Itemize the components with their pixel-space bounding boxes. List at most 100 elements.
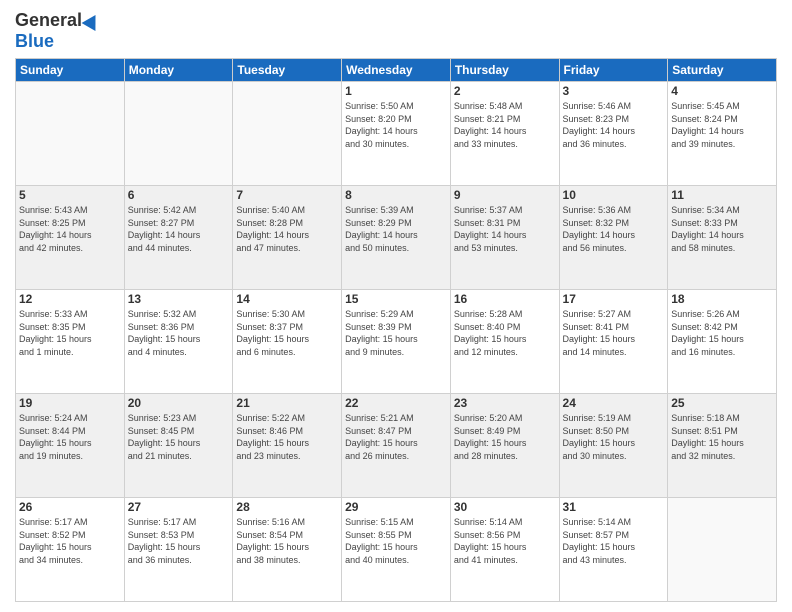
calendar-cell: 25Sunrise: 5:18 AM Sunset: 8:51 PM Dayli… [668,394,777,498]
calendar-cell: 22 Sunrise: 5:21 AM Sunset: 8:47 PM Dayli… [342,394,451,498]
calendar-cell: 27 Sunrise: 5:17 AM Sunset: 8:53 PM Dayli… [124,498,233,602]
day-number: 8 [345,188,447,202]
day-number: 20 [128,396,230,410]
calendar-cell: 16Sunrise: 5:28 AM Sunset: 8:40 PM Dayli… [450,290,559,394]
day-info: Sunrise: 5:17 AM Sunset: 8:52 PM Dayligh… [19,516,121,566]
week-row-2: 5Sunrise: 5:43 AM Sunset: 8:25 PM Daylig… [16,186,777,290]
calendar-cell: 2 Sunrise: 5:48 AM Sunset: 8:21 PM Daylig… [450,82,559,186]
day-info: Sunrise: 5:19 AM Sunset: 8:50 PM Dayligh… [563,412,665,462]
day-number: 23 [454,396,556,410]
day-number: 14 [236,292,338,306]
logo: General Blue [15,10,100,52]
day-info: Sunrise: 5:36 AM Sunset: 8:32 PM Dayligh… [563,204,665,254]
day-number: 12 [19,292,121,306]
day-info: Sunrise: 5:20 AM Sunset: 8:49 PM Dayligh… [454,412,556,462]
day-info: Sunrise: 5:14 AM Sunset: 8:57 PM Dayligh… [563,516,665,566]
calendar-cell: 14 Sunrise: 5:30 AM Sunset: 8:37 PM Dayli… [233,290,342,394]
day-number: 24 [563,396,665,410]
calendar-cell: 23 Sunrise: 5:20 AM Sunset: 8:49 PM Dayli… [450,394,559,498]
day-number: 22 [345,396,447,410]
calendar-cell: 15 Sunrise: 5:29 AM Sunset: 8:39 PM Dayli… [342,290,451,394]
calendar-cell: 1Sunrise: 5:50 AM Sunset: 8:20 PM Daylig… [342,82,451,186]
weekday-header-sunday: Sunday [16,59,125,82]
header: General Blue [15,10,777,52]
day-info: Sunrise: 5:28 AM Sunset: 8:40 PM Dayligh… [454,308,556,358]
calendar-cell: 13 Sunrise: 5:32 AM Sunset: 8:36 PM Dayli… [124,290,233,394]
day-number: 28 [236,500,338,514]
calendar-cell: 9 Sunrise: 5:37 AM Sunset: 8:31 PM Daylig… [450,186,559,290]
day-number: 15 [345,292,447,306]
day-number: 30 [454,500,556,514]
calendar-cell: 5Sunrise: 5:43 AM Sunset: 8:25 PM Daylig… [16,186,125,290]
day-number: 19 [19,396,121,410]
day-number: 6 [128,188,230,202]
weekday-header-monday: Monday [124,59,233,82]
day-info: Sunrise: 5:40 AM Sunset: 8:28 PM Dayligh… [236,204,338,254]
week-row-3: 12Sunrise: 5:33 AM Sunset: 8:35 PM Dayli… [16,290,777,394]
week-row-5: 26 Sunrise: 5:17 AM Sunset: 8:52 PM Dayli… [16,498,777,602]
calendar-cell: 18Sunrise: 5:26 AM Sunset: 8:42 PM Dayli… [668,290,777,394]
week-row-4: 19 Sunrise: 5:24 AM Sunset: 8:44 PM Dayli… [16,394,777,498]
calendar-cell [124,82,233,186]
day-info: Sunrise: 5:39 AM Sunset: 8:29 PM Dayligh… [345,204,447,254]
day-number: 13 [128,292,230,306]
day-number: 7 [236,188,338,202]
calendar-cell: 20Sunrise: 5:23 AM Sunset: 8:45 PM Dayli… [124,394,233,498]
calendar-cell: 6 Sunrise: 5:42 AM Sunset: 8:27 PM Daylig… [124,186,233,290]
day-info: Sunrise: 5:24 AM Sunset: 8:44 PM Dayligh… [19,412,121,462]
weekday-header-thursday: Thursday [450,59,559,82]
calendar-cell: 12Sunrise: 5:33 AM Sunset: 8:35 PM Dayli… [16,290,125,394]
day-info: Sunrise: 5:22 AM Sunset: 8:46 PM Dayligh… [236,412,338,462]
day-number: 3 [563,84,665,98]
calendar-cell: 29 Sunrise: 5:15 AM Sunset: 8:55 PM Dayli… [342,498,451,602]
day-info: Sunrise: 5:43 AM Sunset: 8:25 PM Dayligh… [19,204,121,254]
calendar-cell: 11 Sunrise: 5:34 AM Sunset: 8:33 PM Dayli… [668,186,777,290]
day-number: 26 [19,500,121,514]
day-info: Sunrise: 5:21 AM Sunset: 8:47 PM Dayligh… [345,412,447,462]
day-info: Sunrise: 5:16 AM Sunset: 8:54 PM Dayligh… [236,516,338,566]
calendar-page: General Blue SundayMondayTuesdayWednesda… [0,0,792,612]
day-number: 9 [454,188,556,202]
day-number: 11 [671,188,773,202]
calendar-cell: 31 Sunrise: 5:14 AM Sunset: 8:57 PM Dayli… [559,498,668,602]
weekday-header-saturday: Saturday [668,59,777,82]
calendar-cell: 19 Sunrise: 5:24 AM Sunset: 8:44 PM Dayli… [16,394,125,498]
calendar-cell: 7 Sunrise: 5:40 AM Sunset: 8:28 PM Daylig… [233,186,342,290]
day-info: Sunrise: 5:14 AM Sunset: 8:56 PM Dayligh… [454,516,556,566]
day-number: 27 [128,500,230,514]
day-number: 21 [236,396,338,410]
calendar-cell: 30 Sunrise: 5:14 AM Sunset: 8:56 PM Dayli… [450,498,559,602]
calendar-cell: 4Sunrise: 5:45 AM Sunset: 8:24 PM Daylig… [668,82,777,186]
day-info: Sunrise: 5:45 AM Sunset: 8:24 PM Dayligh… [671,100,773,150]
day-info: Sunrise: 5:15 AM Sunset: 8:55 PM Dayligh… [345,516,447,566]
day-number: 25 [671,396,773,410]
calendar-cell [668,498,777,602]
weekday-header-wednesday: Wednesday [342,59,451,82]
logo-triangle-icon [82,10,103,30]
day-info: Sunrise: 5:48 AM Sunset: 8:21 PM Dayligh… [454,100,556,150]
calendar-cell: 3Sunrise: 5:46 AM Sunset: 8:23 PM Daylig… [559,82,668,186]
calendar-cell: 24 Sunrise: 5:19 AM Sunset: 8:50 PM Dayli… [559,394,668,498]
calendar-cell: 17Sunrise: 5:27 AM Sunset: 8:41 PM Dayli… [559,290,668,394]
day-info: Sunrise: 5:37 AM Sunset: 8:31 PM Dayligh… [454,204,556,254]
day-number: 10 [563,188,665,202]
day-info: Sunrise: 5:26 AM Sunset: 8:42 PM Dayligh… [671,308,773,358]
day-info: Sunrise: 5:30 AM Sunset: 8:37 PM Dayligh… [236,308,338,358]
day-number: 29 [345,500,447,514]
day-number: 17 [563,292,665,306]
day-info: Sunrise: 5:34 AM Sunset: 8:33 PM Dayligh… [671,204,773,254]
day-info: Sunrise: 5:42 AM Sunset: 8:27 PM Dayligh… [128,204,230,254]
day-number: 31 [563,500,665,514]
weekday-header-row: SundayMondayTuesdayWednesdayThursdayFrid… [16,59,777,82]
calendar-cell: 26 Sunrise: 5:17 AM Sunset: 8:52 PM Dayli… [16,498,125,602]
day-number: 2 [454,84,556,98]
calendar-table: SundayMondayTuesdayWednesdayThursdayFrid… [15,58,777,602]
day-info: Sunrise: 5:17 AM Sunset: 8:53 PM Dayligh… [128,516,230,566]
week-row-1: 1Sunrise: 5:50 AM Sunset: 8:20 PM Daylig… [16,82,777,186]
calendar-cell: 21 Sunrise: 5:22 AM Sunset: 8:46 PM Dayli… [233,394,342,498]
day-info: Sunrise: 5:29 AM Sunset: 8:39 PM Dayligh… [345,308,447,358]
day-info: Sunrise: 5:32 AM Sunset: 8:36 PM Dayligh… [128,308,230,358]
weekday-header-tuesday: Tuesday [233,59,342,82]
logo-general-text: General [15,10,82,31]
calendar-cell: 8 Sunrise: 5:39 AM Sunset: 8:29 PM Daylig… [342,186,451,290]
